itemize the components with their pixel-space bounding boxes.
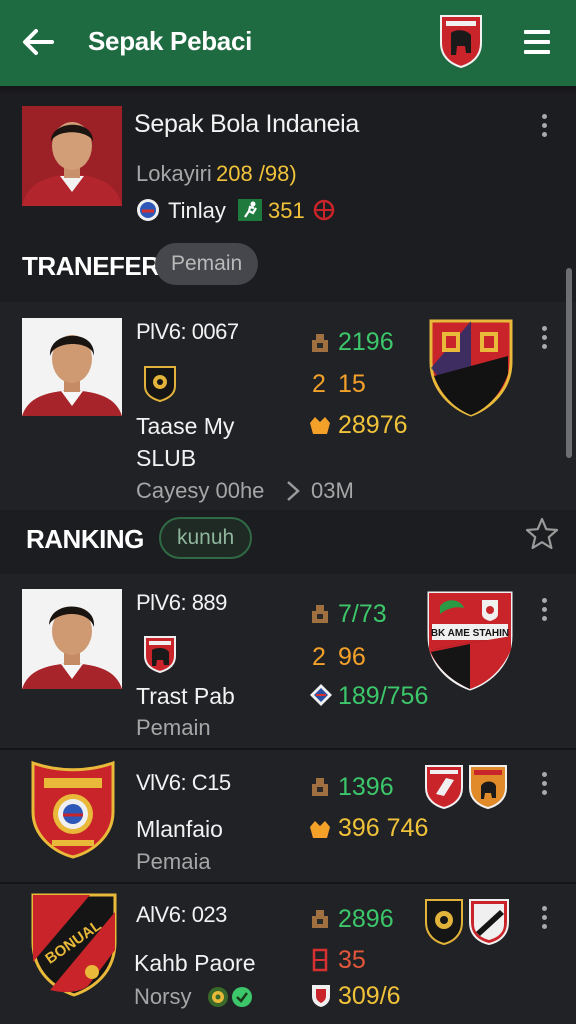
card-icon [312, 948, 328, 972]
stat-value-2b: 35 [338, 946, 366, 974]
stat-value-2b: 96 [338, 643, 366, 671]
player-name: Mlanfaio [136, 816, 223, 842]
card-more-icon[interactable] [536, 906, 552, 934]
back-arrow-icon[interactable] [18, 22, 58, 62]
emblem-icon [232, 987, 252, 1007]
stat-value-3: 189/756 [338, 682, 429, 710]
player-club: SLUB [136, 445, 197, 471]
location-value: 208 /98) [216, 161, 297, 186]
stat-value-3: 309/6 [338, 982, 401, 1010]
profile-score: 351 [268, 198, 305, 223]
club-badge-icon [144, 366, 176, 402]
player-photo [22, 589, 122, 689]
stat-value-2a: 2 [312, 643, 326, 671]
stat-value-2a: 2 [312, 370, 326, 398]
club-badge-icon [425, 899, 463, 946]
team-label: Tinlay [168, 198, 226, 223]
chevron-right-icon [287, 481, 300, 501]
filter-pill-kunuh[interactable]: kunuh [159, 517, 253, 559]
filter-pill-pemain[interactable]: Pemain [155, 243, 259, 285]
player-sub-value: 03M [311, 478, 354, 503]
page-title: Sepak Pebaci [88, 26, 253, 56]
profile-name: Sepak Bola Indaneia [134, 110, 360, 138]
card-more-icon[interactable] [536, 772, 552, 800]
target-icon [313, 199, 335, 221]
trophy-icon [310, 417, 330, 434]
stat-value-3: 28976 [338, 411, 408, 439]
player-photo-icon [22, 106, 122, 206]
club-badge-icon [425, 765, 463, 810]
running-icon [238, 199, 262, 221]
boot-icon [312, 778, 328, 796]
player-name: Trast Pab [136, 683, 235, 709]
player-photo-icon [22, 589, 122, 689]
app-bar-shadow [0, 86, 576, 94]
emblem-icon [208, 987, 228, 1007]
club-badge-icon [469, 765, 507, 810]
shield-icon [312, 985, 330, 1007]
boot-icon [312, 334, 328, 352]
player-name: Kahb Paore [134, 950, 256, 976]
player-sub: Cayesy 00he [136, 478, 265, 503]
profile-more-icon[interactable] [536, 114, 552, 142]
crest-text: BK AME STAHIN [431, 628, 509, 639]
stat-value-2b: 15 [338, 370, 366, 398]
stat-value-1: 1396 [338, 773, 394, 801]
card-more-icon[interactable] [536, 598, 552, 626]
player-code: VlV6: C15 [136, 770, 231, 795]
player-code: PlV6: 889 [136, 590, 227, 615]
club-crest-icon: BONUAL [31, 893, 117, 997]
location-label: Lokayiri [136, 161, 212, 186]
trophy-icon [310, 821, 330, 838]
club-badge-icon [469, 899, 509, 946]
profile-avatar[interactable] [22, 106, 122, 206]
player-code: AlV6: 023 [136, 902, 227, 927]
stat-value-3: 396 746 [338, 814, 429, 842]
team-badge-icon [137, 199, 159, 221]
player-code: PlV6: 0067 [136, 319, 239, 344]
stat-value-1: 7/73 [338, 600, 387, 628]
club-badge-icon [144, 636, 176, 674]
player-photo-icon [22, 318, 122, 416]
stat-value-1: 2196 [338, 328, 394, 356]
section-title-transfer: TRANEFER [22, 251, 160, 281]
club-logo-icon[interactable] [438, 13, 484, 69]
boot-icon [312, 910, 328, 928]
hamburger-menu-icon[interactable] [520, 24, 556, 60]
card-more-icon[interactable] [536, 326, 552, 354]
star-icon[interactable] [524, 516, 560, 552]
player-sub: Pemaia [136, 849, 211, 874]
club-crest-icon: BK AME STAHIN [427, 591, 513, 691]
club-crest-icon [429, 319, 513, 417]
player-sub: Pemain [136, 715, 211, 740]
player-name: Taase My [136, 413, 235, 439]
boot-icon [312, 605, 328, 623]
player-photo [22, 318, 122, 416]
stat-value-1: 2896 [338, 905, 394, 933]
scrollbar-thumb[interactable] [566, 268, 572, 458]
sports-badge-icon [310, 684, 332, 706]
player-sub: Norsy [134, 984, 192, 1009]
section-title-ranking: RANKING [26, 524, 144, 554]
club-crest-icon [31, 760, 115, 859]
app-bar: Sepak Pebaci [0, 0, 576, 86]
